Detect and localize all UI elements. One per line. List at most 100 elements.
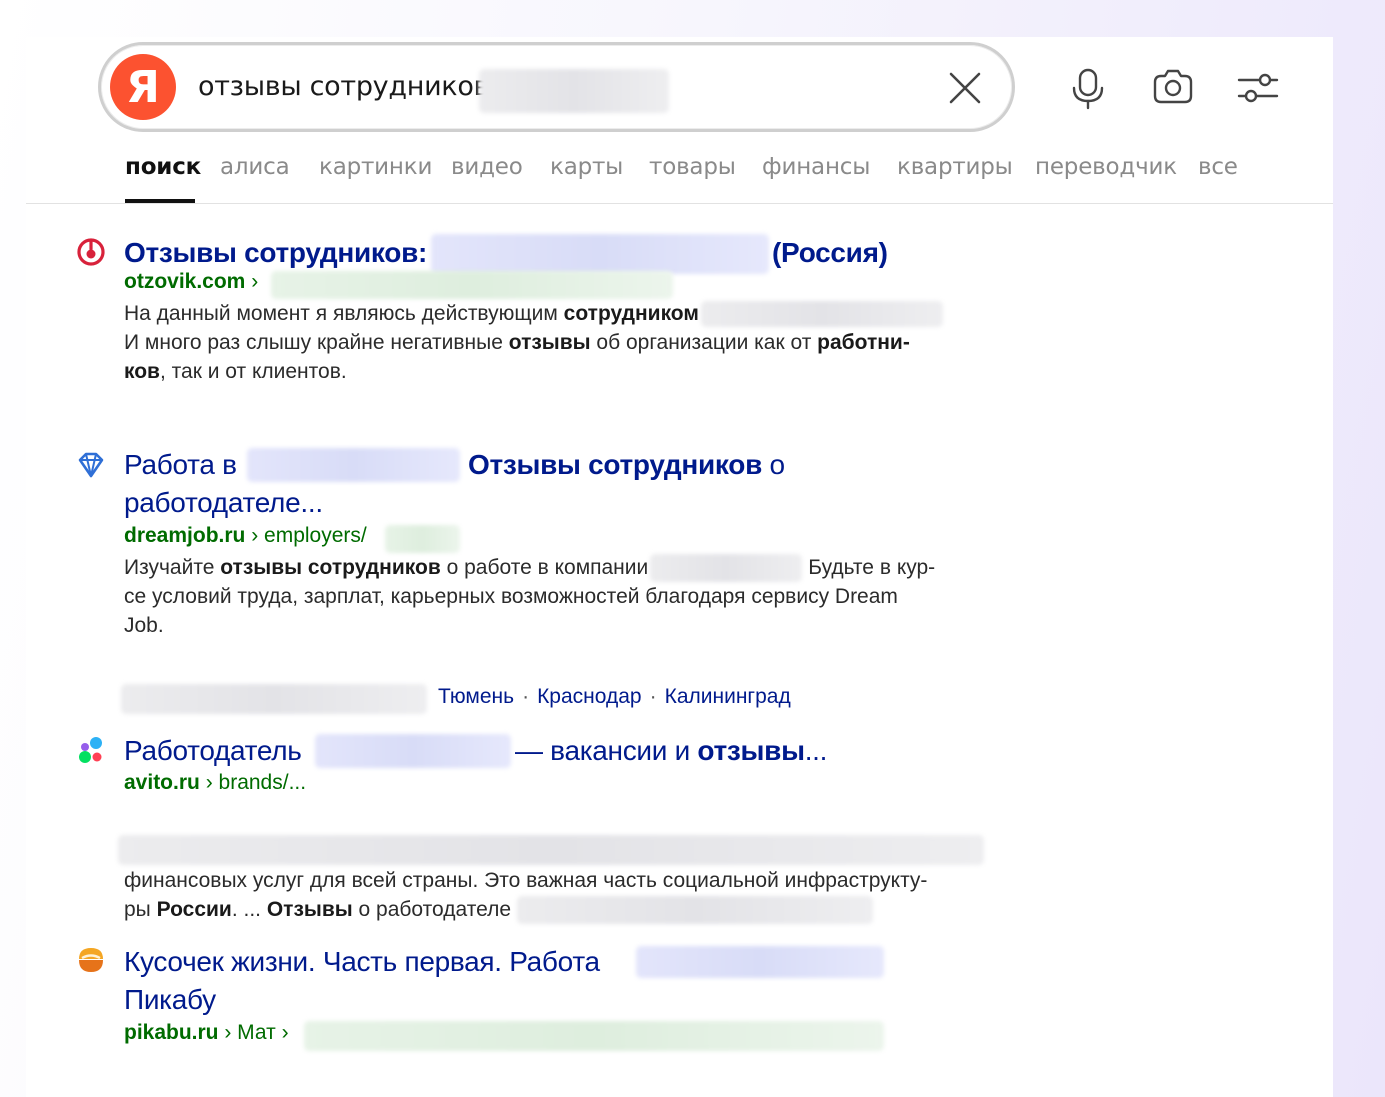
tab-products[interactable]: товары xyxy=(649,154,736,180)
search-input[interactable]: отзывы сотрудников xyxy=(198,71,489,102)
avito-favicon[interactable] xyxy=(76,735,106,765)
result-title-text: Кусочек жизни. Часть первая. Работа xyxy=(124,946,600,977)
search-bar[interactable]: Я отзывы сотрудников xyxy=(98,42,1015,132)
result-title-text: Пикабу xyxy=(124,984,216,1015)
snippet-highlight: России xyxy=(156,898,232,921)
result-url[interactable]: dreamjob.ru › employers/ xyxy=(124,524,367,548)
clear-icon[interactable] xyxy=(947,70,983,106)
dreamjob-favicon[interactable] xyxy=(76,450,106,480)
redacted-url-path xyxy=(385,525,460,553)
sitelink-kaliningrad[interactable]: Калининград xyxy=(665,685,791,708)
yandex-logo[interactable]: Я xyxy=(110,54,176,120)
result-title-link[interactable]: Пикабу xyxy=(124,980,216,1019)
result-path: › employers/ xyxy=(245,524,367,547)
snippet-highlight: сотрудником xyxy=(563,302,699,325)
result-title-text: — вакансии и xyxy=(515,735,698,766)
header-divider xyxy=(26,203,1333,204)
tab-finance[interactable]: финансы xyxy=(762,154,870,180)
result-url[interactable]: pikabu.ru › Мат › xyxy=(124,1021,289,1045)
result-title-link[interactable]: (Россия) xyxy=(772,233,888,272)
search-result: Работодатель — вакансии и отзывы... avit… xyxy=(76,731,984,925)
result-host: dreamjob.ru xyxy=(124,524,246,547)
result-title-link[interactable]: работодателе... xyxy=(124,483,323,522)
snippet-highlight: работни- xyxy=(817,331,910,354)
microphone-icon[interactable] xyxy=(1066,67,1110,111)
result-host: pikabu.ru xyxy=(124,1021,219,1044)
snippet-highlight: отзывы сотрудников xyxy=(220,556,441,579)
result-url[interactable]: otzovik.com › xyxy=(124,270,258,294)
snippet-text: се условий труда, зарплат, карьерных воз… xyxy=(124,585,898,609)
snippet-text: о работодателе xyxy=(352,898,512,921)
redacted-company-name xyxy=(247,448,460,482)
search-result: Кусочек жизни. Часть первая. Работа Пика… xyxy=(76,942,976,1052)
result-title-text: о xyxy=(762,449,785,480)
result-title-text: Работодатель xyxy=(124,735,302,766)
redacted-company-name xyxy=(315,734,511,768)
result-snippet: финансовых услуг для всей страны. Это ва… xyxy=(124,866,984,925)
snippet-text: Будьте в кур- xyxy=(808,556,936,579)
snippet-text: . ... xyxy=(231,898,267,921)
result-snippet: На данный момент я являюсь действующим с… xyxy=(124,299,984,386)
snippet-highlight: отзывы xyxy=(508,331,591,354)
snippet-text: финансовых услуг для всей страны. Это ва… xyxy=(124,869,928,892)
redacted-snippet xyxy=(517,896,874,925)
result-url[interactable]: avito.ru › brands/... xyxy=(124,771,306,795)
result-host: avito.ru xyxy=(124,771,200,794)
result-title-text: ... xyxy=(804,735,828,766)
result-title-link[interactable]: Работа в xyxy=(124,445,237,484)
tab-maps[interactable]: карты xyxy=(550,154,623,180)
result-title-text: работодателе... xyxy=(124,487,323,518)
redacted-sitelinks xyxy=(121,684,427,714)
redacted-snippet xyxy=(118,835,984,865)
result-title-text: Работа в xyxy=(124,449,237,480)
redacted-url-path xyxy=(304,1021,884,1051)
tab-all[interactable]: все xyxy=(1198,154,1238,180)
snippet-text: об организации как от xyxy=(590,331,818,354)
sitelink-tyumen[interactable]: Тюмень xyxy=(438,685,514,708)
result-title-link[interactable]: Работодатель xyxy=(124,731,302,770)
redacted-company-name xyxy=(431,234,769,274)
result-path: › brands/... xyxy=(199,771,307,794)
result-path: › xyxy=(245,270,259,293)
tab-translator[interactable]: переводчик xyxy=(1035,154,1177,180)
result-title-link[interactable]: Кусочек жизни. Часть первая. Работа xyxy=(124,942,600,981)
search-result: Отзывы сотрудников: (Россия) otzovik.com… xyxy=(76,233,976,403)
result-path: › Мат › xyxy=(218,1021,289,1044)
result-title-text: (Россия) xyxy=(772,237,888,268)
snippet-text: На данный момент я являюсь действующим xyxy=(124,302,564,325)
tab-video[interactable]: видео xyxy=(451,154,523,180)
result-host: otzovik.com xyxy=(124,270,246,293)
snippet-text: , так и от клиентов. xyxy=(159,360,347,383)
sitelink-krasnodar[interactable]: Краснодар xyxy=(537,685,642,708)
tab-search[interactable]: поиск xyxy=(125,154,201,180)
snippet-text: о работе в компании xyxy=(440,556,649,579)
pikabu-favicon[interactable] xyxy=(76,945,106,975)
result-title-link[interactable]: — вакансии и отзывы... xyxy=(515,731,827,770)
result-snippet: Изучайте отзывы сотрудников о работе в к… xyxy=(124,553,984,640)
result-title-text: Отзывы сотрудников xyxy=(468,449,762,480)
result-title-text: Отзывы сотрудников: xyxy=(124,237,428,268)
snippet-text: Изучайте xyxy=(124,556,221,579)
result-title-text: отзывы xyxy=(697,735,805,766)
redacted-company-name xyxy=(636,946,884,978)
redacted-url-path xyxy=(271,271,673,299)
sitelinks: Тюмень · Краснодар · Калининград xyxy=(438,685,791,709)
result-title-link[interactable]: Отзывы сотрудников о xyxy=(468,445,785,484)
snippet-text: ры xyxy=(124,898,157,921)
snippet-text: И много раз слышу крайне негативные xyxy=(124,331,509,354)
snippet-highlight: Отзывы xyxy=(266,898,353,921)
separator-dot: · xyxy=(522,685,530,708)
tab-apartments[interactable]: квартиры xyxy=(897,154,1013,180)
tab-images[interactable]: картинки xyxy=(319,154,432,180)
redacted-snippet xyxy=(700,301,943,328)
otzovik-favicon[interactable] xyxy=(76,237,106,267)
tab-alice[interactable]: алиса xyxy=(220,154,290,180)
redacted-snippet xyxy=(650,554,803,583)
settings-sliders-icon[interactable] xyxy=(1236,67,1280,111)
result-title-link[interactable]: Отзывы сотрудников: xyxy=(124,233,427,272)
search-page: Я отзывы сотрудников поиск алиса картинк… xyxy=(26,37,1333,1097)
camera-search-icon[interactable] xyxy=(1151,67,1195,111)
search-result: Работа в Отзывы сотрудников о работодате… xyxy=(76,445,976,714)
snippet-text: Job. xyxy=(124,614,164,638)
snippet-highlight: ков xyxy=(124,360,160,383)
